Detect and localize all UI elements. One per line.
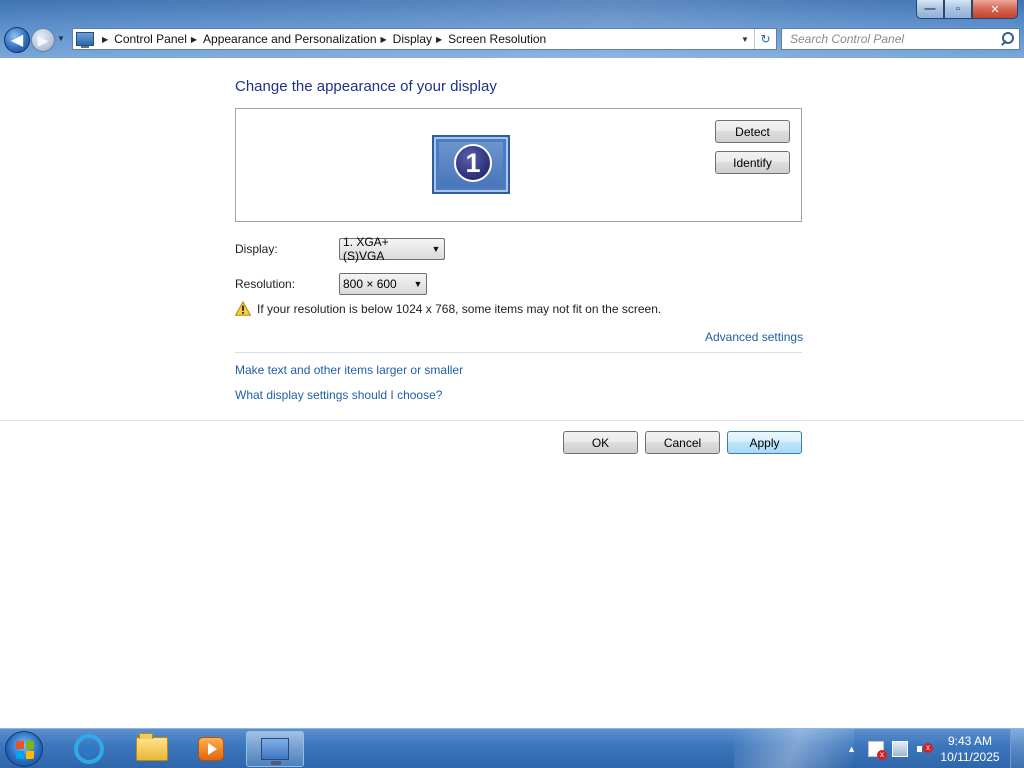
close-button[interactable]: ✕	[972, 0, 1018, 19]
advanced-settings-link[interactable]: Advanced settings	[705, 330, 803, 344]
search-box[interactable]: Search Control Panel	[781, 28, 1020, 50]
breadcrumb-chevron-icon[interactable]: ▶	[191, 35, 197, 44]
clock[interactable]: 9:43 AM 10/11/2025	[940, 733, 1000, 765]
footer-divider	[0, 420, 1024, 421]
monitor-screen: 1	[439, 142, 503, 187]
display-settings-icon	[261, 738, 289, 765]
resolution-label: Resolution:	[235, 277, 296, 291]
main-content: Change the appearance of your display 1 …	[0, 58, 1024, 728]
taskbar-file-explorer[interactable]	[124, 731, 180, 767]
search-icon[interactable]	[997, 30, 1015, 48]
monitor-1-icon[interactable]: 1	[432, 135, 510, 194]
resolution-select-value: 800 × 600	[343, 277, 397, 291]
control-panel-icon	[76, 32, 94, 48]
identify-button[interactable]: Identify	[715, 151, 790, 174]
refresh-icon[interactable]: ↻	[754, 29, 776, 49]
action-center-icon[interactable]	[868, 741, 887, 760]
chevron-down-icon: ▼	[413, 279, 423, 289]
display-help-link[interactable]: What display settings should I choose?	[235, 388, 442, 402]
cancel-button[interactable]: Cancel	[645, 431, 720, 454]
breadcrumb-chevron-icon[interactable]: ▶	[102, 35, 108, 44]
monitor-preview-panel: 1 Detect Identify	[235, 108, 802, 222]
taskbar-display-settings[interactable]	[246, 731, 304, 767]
forward-arrow-icon: ▶	[37, 31, 49, 48]
ok-button[interactable]: OK	[563, 431, 638, 454]
detect-button[interactable]: Detect	[715, 120, 790, 143]
taskbar: e ▲ 9:43 AM 10/11/2025	[0, 728, 1024, 768]
clock-time: 9:43 AM	[947, 734, 993, 748]
network-icon[interactable]	[892, 741, 908, 757]
taskbar-shine	[734, 729, 854, 768]
file-explorer-icon	[136, 733, 168, 761]
show-hidden-icons-button[interactable]: ▲	[847, 744, 856, 754]
forward-button[interactable]: ▶	[31, 28, 55, 52]
back-arrow-icon: ◀	[10, 32, 24, 49]
maximize-button[interactable]: ▫	[944, 0, 972, 19]
breadcrumb-chevron-icon[interactable]: ▶	[381, 35, 387, 44]
resolution-select[interactable]: 800 × 600 ▼	[339, 273, 427, 295]
clock-date: 10/11/2025	[940, 750, 1000, 764]
page-title: Change the appearance of your display	[235, 78, 497, 95]
minimize-button[interactable]: —	[916, 0, 944, 19]
windows-start-icon	[16, 741, 34, 759]
address-dropdown-icon[interactable]: ▼	[736, 35, 754, 44]
window-title-bar: — ▫ ✕ ◀ ▶ ▼ ▶ Control Panel ▶ Appearance…	[0, 0, 1024, 58]
breadcrumb-display[interactable]: Display	[393, 32, 432, 46]
volume-muted-icon[interactable]	[916, 741, 933, 757]
section-divider	[235, 352, 802, 353]
breadcrumb-screen-resolution[interactable]: Screen Resolution	[448, 32, 546, 46]
apply-button[interactable]: Apply	[727, 431, 802, 454]
warning-icon	[235, 301, 251, 316]
breadcrumb-appearance[interactable]: Appearance and Personalization	[203, 32, 376, 46]
address-bar[interactable]: ▶ Control Panel ▶ Appearance and Persona…	[72, 28, 777, 50]
chevron-down-icon: ▼	[431, 244, 441, 254]
breadcrumb-chevron-icon[interactable]: ▶	[436, 35, 442, 44]
monitor-number-badge: 1	[454, 144, 492, 182]
display-label: Display:	[235, 242, 278, 256]
display-select-value: 1. XGA+(S)VGA	[343, 235, 389, 263]
back-button[interactable]: ◀	[4, 27, 30, 53]
show-desktop-button[interactable]	[1010, 729, 1024, 768]
search-input[interactable]: Search Control Panel	[790, 32, 997, 46]
text-size-link[interactable]: Make text and other items larger or smal…	[235, 363, 463, 377]
start-button[interactable]	[5, 731, 43, 767]
taskbar-media-player[interactable]	[183, 731, 239, 767]
window-controls: — ▫ ✕	[916, 0, 1018, 19]
display-select[interactable]: 1. XGA+(S)VGA ▼	[339, 235, 445, 263]
system-tray: ▲ 9:43 AM 10/11/2025	[847, 729, 1024, 768]
breadcrumb-control-panel[interactable]: Control Panel	[114, 32, 187, 46]
recent-pages-dropdown[interactable]: ▼	[57, 34, 65, 43]
resolution-warning-text: If your resolution is below 1024 x 768, …	[257, 302, 662, 316]
media-player-icon	[198, 737, 224, 761]
taskbar-internet-explorer[interactable]: e	[61, 731, 117, 767]
internet-explorer-icon: e	[74, 734, 104, 764]
